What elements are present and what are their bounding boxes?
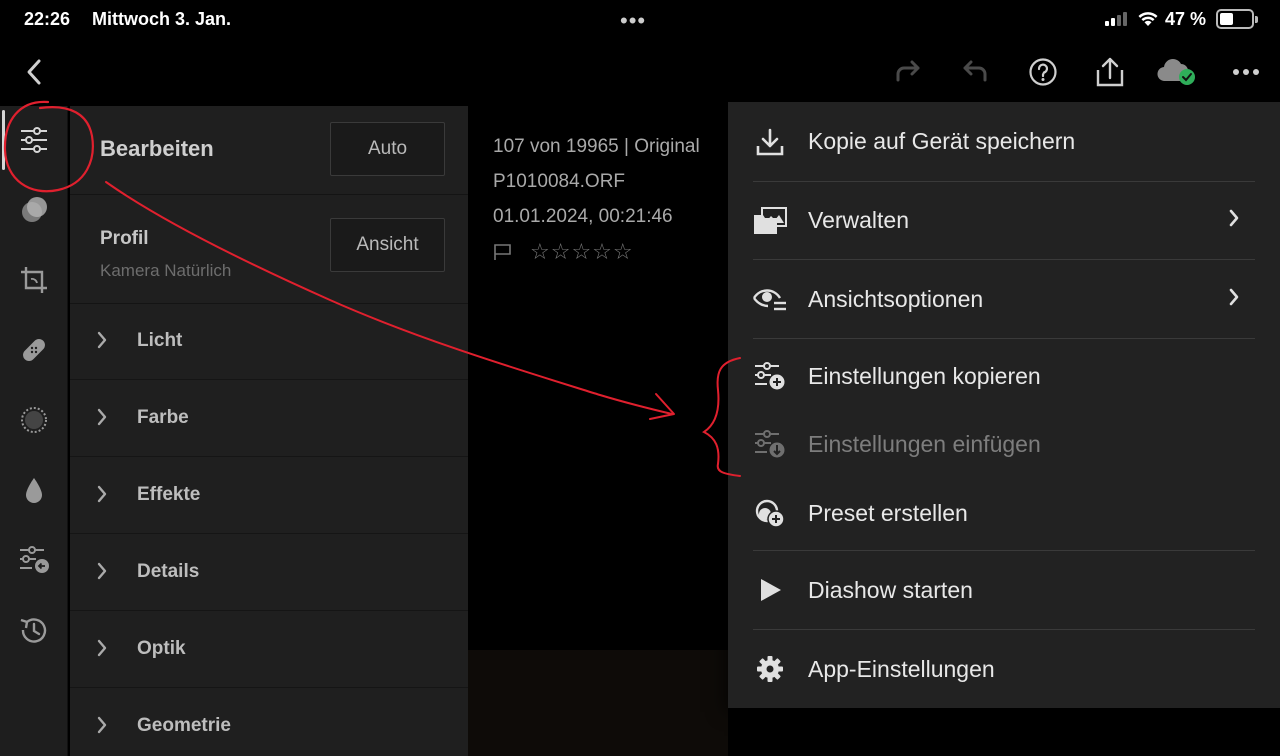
menu-item-label: Kopie auf Gerät speichern (808, 128, 1076, 154)
photo-filename: P1010084.ORF (493, 171, 626, 192)
battery-icon (1216, 9, 1258, 29)
more-menu: Kopie auf Gerät speichern Verwalten Ansi… (728, 102, 1280, 708)
chevron-left-icon[interactable] (12, 38, 56, 106)
photo-preview (468, 650, 728, 756)
menu-item-label: Einstellungen kopieren (808, 362, 1041, 389)
signal-icon (1105, 12, 1131, 31)
undo-icon[interactable] (953, 38, 997, 106)
share-icon[interactable] (1088, 38, 1132, 106)
menu-item-label: Verwalten (808, 207, 910, 233)
section-label: Geometrie (137, 715, 231, 736)
photo-view[interactable]: 107 von 19965 | Original P1010084.ORF 01… (468, 106, 728, 756)
flag-icon[interactable] (493, 243, 513, 266)
section-label: Farbe (137, 407, 189, 428)
menu-item-copy-settings[interactable]: Einstellungen kopieren (728, 342, 1280, 410)
profile-label: Profil (100, 228, 149, 249)
edit-panel: Bearbeiten Auto Profil Kamera Natürlich … (70, 106, 468, 756)
chevron-right-icon (96, 330, 108, 355)
masking-icon[interactable] (0, 390, 68, 450)
panel-title: Bearbeiten (100, 136, 214, 161)
section-label: Licht (137, 330, 183, 351)
menu-item-label: Diashow starten (808, 576, 973, 603)
blur-icon[interactable] (0, 460, 68, 520)
battery-percent: 47 % (1165, 9, 1207, 29)
menu-item-label: Preset erstellen (808, 499, 968, 526)
redo-icon[interactable] (886, 38, 930, 106)
menu-item-slideshow[interactable]: Diashow starten (728, 551, 1280, 629)
healing-icon[interactable] (0, 320, 68, 380)
sliders-icon[interactable] (0, 110, 68, 170)
section-details[interactable]: Details (70, 535, 468, 611)
create-preset-icon (752, 495, 788, 531)
menu-item-manage[interactable]: Verwalten (728, 182, 1280, 259)
multitask-dots[interactable]: ••• (620, 8, 646, 34)
profile-value[interactable]: Kamera Natürlich (100, 261, 231, 281)
download-icon (752, 124, 788, 160)
section-label: Optik (137, 638, 186, 659)
chevron-right-icon (96, 407, 108, 432)
play-icon (752, 572, 788, 608)
section-effekte[interactable]: Effekte (70, 458, 468, 534)
history-icon[interactable] (0, 600, 68, 660)
presets-icon[interactable] (0, 180, 68, 240)
top-toolbar (0, 38, 1280, 106)
menu-item-paste-settings[interactable]: Einstellungen einfügen (728, 410, 1280, 478)
cloud-synced-icon[interactable] (1155, 38, 1199, 106)
menu-item-label: Einstellungen einfügen (808, 430, 1041, 457)
view-options-icon (752, 281, 788, 317)
menu-item-label: Ansichtsoptionen (808, 285, 984, 312)
chevron-right-icon (1228, 208, 1240, 233)
chevron-right-icon (1228, 287, 1240, 312)
menu-item-app-settings[interactable]: App-Einstellungen (728, 630, 1280, 708)
view-button[interactable]: Ansicht (330, 218, 445, 272)
menu-item-save-copy[interactable]: Kopie auf Gerät speichern (728, 102, 1280, 181)
divider (70, 194, 468, 195)
more-icon[interactable] (1224, 38, 1268, 106)
chevron-right-icon (96, 715, 108, 740)
folder-images-icon (752, 203, 788, 239)
status-date: Mittwoch 3. Jan. (92, 9, 232, 29)
menu-divider (753, 338, 1255, 339)
chevron-right-icon (96, 484, 108, 509)
menu-item-view-options[interactable]: Ansichtsoptionen (728, 260, 1280, 338)
tool-rail (0, 106, 68, 756)
crop-icon[interactable] (0, 250, 68, 310)
paste-settings-icon (752, 426, 788, 462)
chevron-right-icon (96, 638, 108, 663)
menu-item-create-preset[interactable]: Preset erstellen (728, 478, 1280, 548)
wifi-icon (1137, 10, 1159, 32)
menu-item-label: App-Einstellungen (808, 655, 995, 682)
auto-button[interactable]: Auto (330, 122, 445, 176)
section-licht[interactable]: Licht (70, 304, 468, 380)
photo-position: 107 von 19965 | Original (493, 136, 700, 157)
status-bar: 22:26 Mittwoch 3. Jan. ••• 47 % (0, 0, 1280, 38)
status-time: 22:26 (24, 9, 71, 29)
versions-icon[interactable] (0, 530, 68, 590)
copy-settings-icon (752, 358, 788, 394)
gear-icon (752, 651, 788, 687)
section-label: Effekte (137, 484, 201, 505)
section-farbe[interactable]: Farbe (70, 381, 468, 457)
star-rating[interactable]: ☆☆☆☆☆ (530, 239, 634, 265)
section-optik[interactable]: Optik (70, 612, 468, 688)
help-icon[interactable] (1021, 38, 1065, 106)
section-label: Details (137, 561, 200, 582)
photo-datetime: 01.01.2024, 00:21:46 (493, 206, 673, 227)
section-geometrie[interactable]: Geometrie (70, 689, 468, 756)
chevron-right-icon (96, 561, 108, 586)
